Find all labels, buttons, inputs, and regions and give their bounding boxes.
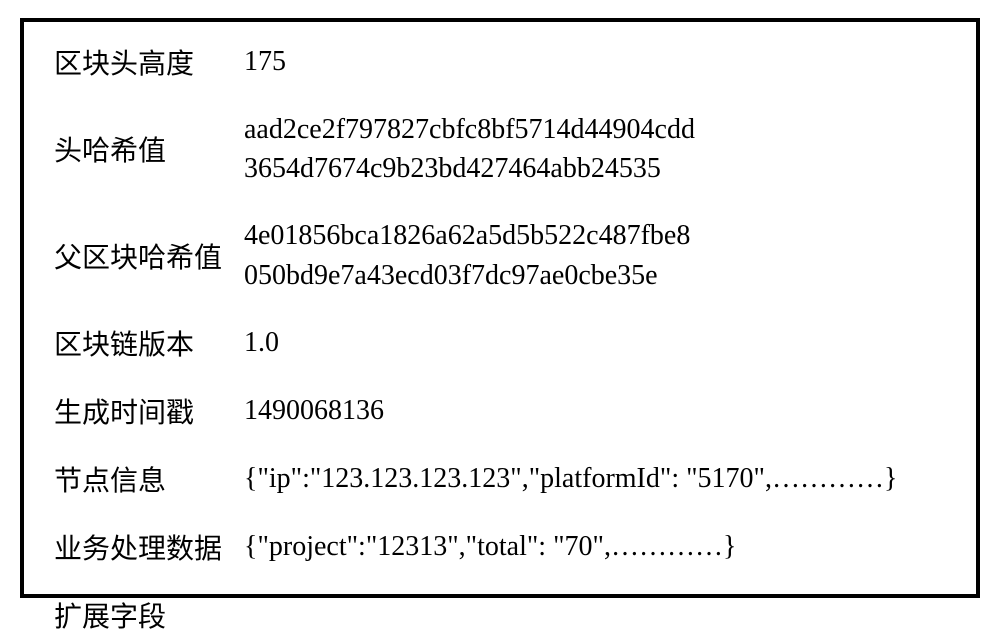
value-parent-hash-line2: 050bd9e7a43ecd03f7dc97ae0cbe35e xyxy=(244,256,690,295)
label-chain-version: 区块链版本 xyxy=(54,323,244,363)
value-header-hash-line1: aad2ce2f797827cbfc8bf5714d44904cdd xyxy=(244,110,695,149)
label-extended-field: 扩展字段 xyxy=(54,595,244,635)
row-timestamp: 生成时间戳 1490068136 xyxy=(54,391,946,431)
label-timestamp: 生成时间戳 xyxy=(54,391,244,431)
value-header-hash-line2: 3654d7674c9b23bd427464abb24535 xyxy=(244,149,695,188)
row-block-height: 区块头高度 175 xyxy=(54,42,946,82)
value-business-data: {"project":"12313","total": "70",…………} xyxy=(244,527,736,566)
value-parent-hash: 4e01856bca1826a62a5d5b522c487fbe8 050bd9… xyxy=(244,216,690,294)
label-business-data: 业务处理数据 xyxy=(54,527,244,567)
label-node-info: 节点信息 xyxy=(54,459,244,499)
value-chain-version: 1.0 xyxy=(244,323,279,362)
value-timestamp: 1490068136 xyxy=(244,391,384,430)
value-header-hash: aad2ce2f797827cbfc8bf5714d44904cdd 3654d… xyxy=(244,110,695,188)
row-chain-version: 区块链版本 1.0 xyxy=(54,323,946,363)
row-extended-field: 扩展字段 xyxy=(54,595,946,635)
value-parent-hash-line1: 4e01856bca1826a62a5d5b522c487fbe8 xyxy=(244,216,690,255)
label-header-hash: 头哈希值 xyxy=(54,129,244,169)
row-node-info: 节点信息 {"ip":"123.123.123.123","platformId… xyxy=(54,459,946,499)
label-block-height: 区块头高度 xyxy=(54,42,244,82)
value-node-info: {"ip":"123.123.123.123","platformId": "5… xyxy=(244,459,897,498)
row-business-data: 业务处理数据 {"project":"12313","total": "70",… xyxy=(54,527,946,567)
label-parent-hash: 父区块哈希值 xyxy=(54,236,244,276)
value-block-height: 175 xyxy=(244,42,286,81)
row-parent-hash: 父区块哈希值 4e01856bca1826a62a5d5b522c487fbe8… xyxy=(54,216,946,294)
row-header-hash: 头哈希值 aad2ce2f797827cbfc8bf5714d44904cdd … xyxy=(54,110,946,188)
block-info-panel: 区块头高度 175 头哈希值 aad2ce2f797827cbfc8bf5714… xyxy=(20,18,980,598)
